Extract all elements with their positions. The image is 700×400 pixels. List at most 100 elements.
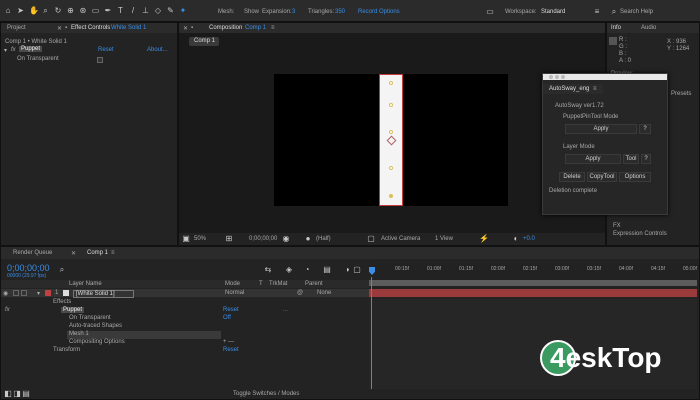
- color-channel-icon[interactable]: ●: [304, 235, 312, 243]
- rotate-icon[interactable]: ↻: [54, 7, 62, 15]
- close-icon[interactable]: ✕: [71, 250, 76, 257]
- zoom-icon[interactable]: ⌕: [42, 7, 50, 15]
- effect-row-puppet[interactable]: ▾ fx Puppet Reset About...: [3, 46, 175, 55]
- tab-audio[interactable]: Audio: [641, 25, 656, 31]
- tool-button[interactable]: Tool: [623, 154, 639, 164]
- tab-project[interactable]: Project: [7, 25, 26, 31]
- resolution-dropdown[interactable]: (Half): [316, 236, 331, 242]
- on-transparent-checkbox[interactable]: [97, 57, 103, 63]
- expand-triangle-icon[interactable]: ▾: [4, 47, 7, 54]
- help-layer-button[interactable]: ?: [641, 154, 651, 164]
- tab-comp[interactable]: Comp 1: [87, 250, 108, 256]
- shy-icon[interactable]: ◔: [303, 266, 311, 274]
- work-area-bar[interactable]: [369, 280, 697, 286]
- timecode-display[interactable]: 0;00;00;00: [249, 236, 277, 242]
- current-time-indicator[interactable]: [369, 267, 375, 275]
- comp-sub-tab[interactable]: Comp 1: [189, 37, 219, 46]
- solo-checkbox[interactable]: [13, 290, 19, 296]
- fast-preview-icon[interactable]: ⚡: [479, 235, 489, 243]
- layer-switches-icon[interactable]: ◧: [4, 390, 12, 398]
- view-dropdown[interactable]: 1 View: [435, 236, 453, 242]
- pen-icon[interactable]: ✒: [104, 7, 112, 15]
- brush-icon[interactable]: /: [129, 7, 137, 15]
- fx-icon[interactable]: fx: [11, 47, 16, 53]
- transfer-controls-icon[interactable]: ◨: [13, 390, 21, 398]
- transform-reset-link[interactable]: Reset: [223, 347, 239, 353]
- timeline-timecode[interactable]: 0;00;00;00: [7, 263, 50, 273]
- reset-exposure-icon[interactable]: ◐: [512, 235, 520, 243]
- workspace-dropdown[interactable]: Standard: [541, 9, 565, 15]
- menu-icon[interactable]: ≡: [111, 250, 115, 256]
- search-icon[interactable]: ⌕: [610, 8, 618, 16]
- roto-brush-icon[interactable]: ✎: [167, 7, 175, 15]
- puppet-pin-icon[interactable]: ✦: [179, 7, 187, 15]
- tab-info[interactable]: Info: [611, 25, 621, 31]
- window-close-icon[interactable]: [549, 75, 553, 79]
- on-transparent-value[interactable]: Off: [223, 315, 231, 321]
- always-preview-icon[interactable]: ▣: [182, 235, 190, 243]
- delete-button[interactable]: Delete: [559, 172, 585, 182]
- puppet-pin[interactable]: [389, 81, 393, 85]
- layer-mode-dropdown[interactable]: Normal: [225, 290, 244, 296]
- draft-3d-icon[interactable]: ◈: [285, 266, 293, 274]
- search-icon[interactable]: ⌕: [58, 266, 66, 274]
- effect-layer-name[interactable]: White Solid 1: [111, 25, 146, 31]
- parent-pick-icon[interactable]: @: [297, 290, 303, 296]
- transform-group-label[interactable]: Transform: [53, 347, 80, 353]
- menu-icon[interactable]: ≡: [271, 25, 275, 31]
- tab-effect-controls[interactable]: Effect Controls: [71, 25, 110, 31]
- lock-icon[interactable]: ▪: [65, 25, 67, 31]
- rectangle-icon[interactable]: ▭: [92, 7, 100, 15]
- lock-icon[interactable]: ▪: [191, 25, 193, 31]
- label-color-swatch[interactable]: [45, 290, 51, 296]
- window-zoom-icon[interactable]: [561, 75, 565, 79]
- effects-group-label[interactable]: Effects: [53, 299, 71, 305]
- help-puppet-button[interactable]: ?: [639, 124, 651, 134]
- options-button[interactable]: Options: [619, 172, 651, 182]
- close-icon[interactable]: ✕: [183, 25, 188, 32]
- compositing-options-label[interactable]: Compositing Options: [69, 339, 125, 345]
- expansion-value[interactable]: 3: [292, 9, 295, 15]
- layer-row[interactable]: ◉ ▾ 1 [White Solid 1] Normal @ None: [1, 289, 369, 298]
- record-options-link[interactable]: Record Options: [358, 9, 400, 15]
- about-link[interactable]: About...: [147, 47, 168, 53]
- comp-flowchart-icon[interactable]: ⇆: [264, 266, 272, 274]
- eraser-icon[interactable]: ◇: [154, 7, 162, 15]
- grid-icon[interactable]: ⊞: [225, 235, 233, 243]
- triangles-value[interactable]: 350: [335, 9, 345, 15]
- expand-triangle-icon[interactable]: ▾: [37, 290, 40, 297]
- camera-icon[interactable]: ⊕: [67, 7, 75, 15]
- autosway-tab[interactable]: AutoSway_eng ≡: [543, 84, 603, 94]
- in-out-icon[interactable]: ▤: [22, 390, 30, 398]
- panel-icon[interactable]: ▭: [486, 8, 494, 16]
- comp-name[interactable]: Comp 1: [245, 25, 266, 31]
- autosway-titlebar[interactable]: [543, 74, 667, 80]
- frame-blend-icon[interactable]: ▤: [323, 266, 331, 274]
- selection-icon[interactable]: ➤: [17, 7, 25, 15]
- motion-blur-icon[interactable]: ◑: [343, 266, 351, 274]
- apply-puppet-button[interactable]: Apply: [565, 124, 637, 134]
- show-toggle[interactable]: Show: [244, 9, 259, 15]
- effects-item-expression-controls[interactable]: Expression Controls: [613, 231, 667, 237]
- puppet-pin[interactable]: [389, 166, 393, 170]
- camera-dropdown[interactable]: Active Camera: [381, 236, 420, 242]
- window-minimize-icon[interactable]: [555, 75, 559, 79]
- menu-icon[interactable]: ≡: [593, 86, 597, 92]
- copy-tool-button[interactable]: CopyTool: [587, 172, 617, 182]
- zoom-dropdown[interactable]: 50%: [194, 236, 206, 242]
- compositing-add-remove[interactable]: + —: [223, 339, 234, 345]
- snapshot-icon[interactable]: ◉: [282, 235, 290, 243]
- layer-name[interactable]: [White Solid 1]: [73, 290, 134, 298]
- home-icon[interactable]: ⌂: [4, 7, 12, 15]
- workspace-menu-icon[interactable]: ≡: [593, 8, 601, 16]
- toggle-switches-modes-button[interactable]: Toggle Switches / Modes: [233, 391, 299, 397]
- apply-layer-button[interactable]: Apply: [565, 154, 621, 164]
- mesh-row[interactable]: Mesh 1: [1, 331, 369, 339]
- puppet-pin[interactable]: [389, 130, 393, 134]
- pan-behind-icon[interactable]: ⊛: [79, 7, 87, 15]
- roi-icon[interactable]: ▢: [367, 235, 375, 243]
- parent-dropdown[interactable]: None: [317, 290, 331, 296]
- auto-traced-shapes-label[interactable]: Auto-traced Shapes: [69, 323, 122, 329]
- visibility-eye-icon[interactable]: ◉: [3, 290, 8, 297]
- clone-stamp-icon[interactable]: ⊥: [142, 7, 150, 15]
